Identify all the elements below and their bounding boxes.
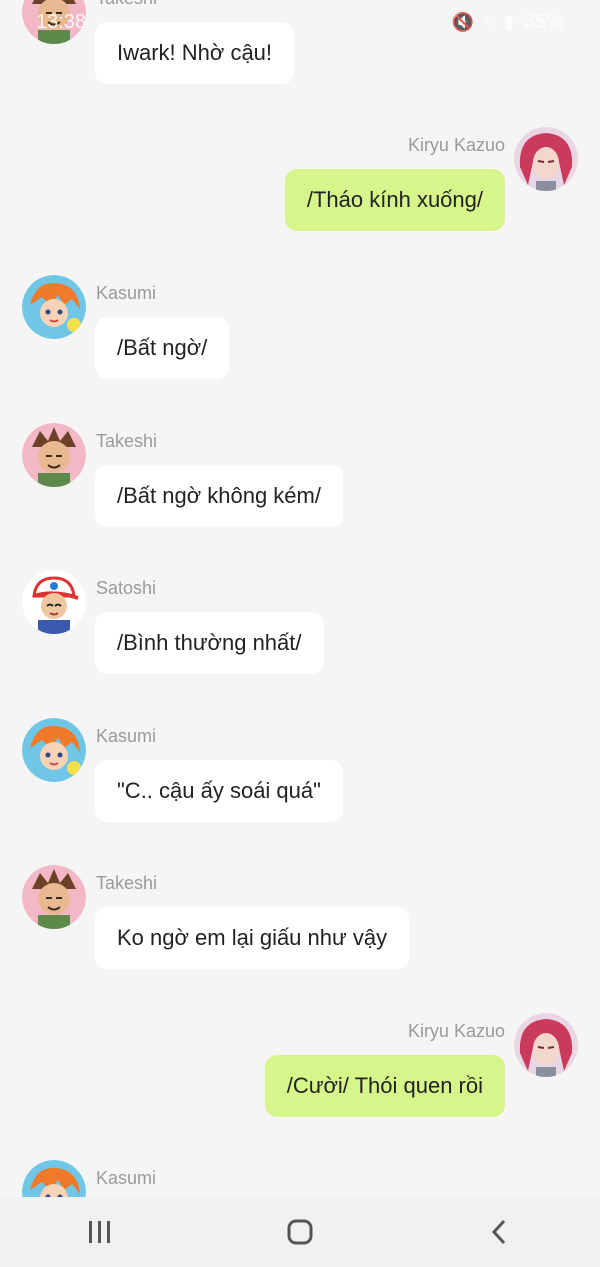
avatar-kiryu[interactable] [514,1013,578,1077]
sender-name: Kasumi [96,726,157,746]
avatar-kasumi[interactable] [22,1160,86,1197]
message-bubble[interactable]: /Tháo kính xuống/ [284,169,505,231]
status-time: 13:38 [36,11,87,33]
sender-name: Takeshi [96,873,158,893]
sender-name: Takeshi [96,431,158,451]
message-bubble[interactable]: "C.. cậu ấy soái quá" [95,760,343,822]
avatar-kasumi[interactable] [22,275,86,339]
signal-icon: ▮ [504,12,514,32]
message-bubble[interactable]: /Cười/ Thói quen rồi [264,1055,505,1117]
home-icon [287,1219,313,1245]
message-bubble[interactable]: /Bất ngờ không kém/ [95,465,343,527]
avatar-kasumi[interactable] [22,718,86,782]
sender-name: Kasumi [96,1168,157,1188]
message-bubble[interactable]: Ko ngờ em lại giấu như vậy [95,907,410,969]
back-button[interactable] [460,1202,540,1262]
avatar-takeshi[interactable] [22,865,86,929]
avatar-kiryu[interactable] [514,127,578,191]
sender-name: Satoshi [96,578,157,598]
message-bubble[interactable]: /Bình thường nhất/ [95,612,324,674]
sender-name: Kiryu Kazuo [407,1021,505,1041]
avatar-takeshi[interactable] [22,423,86,487]
status-bar: 13:38 🔇 ≈ ▮ 35% [0,0,600,46]
message-bubble[interactable]: /Bất ngờ/ [95,317,230,379]
battery-level: 35% [523,11,564,33]
avatar-satoshi[interactable] [22,570,86,634]
mute-icon: 🔇 [451,12,475,32]
back-icon [491,1219,506,1245]
recents-icon [89,1221,110,1243]
recents-button[interactable] [60,1202,140,1262]
sender-name: Kiryu Kazuo [407,135,505,155]
wifi-icon: ≈ [484,12,495,32]
system-nav-bar [0,1197,600,1267]
status-icons: 🔇 ≈ ▮ 35% [452,11,564,34]
home-button[interactable] [260,1202,340,1262]
sender-name: Kasumi [96,283,157,303]
chat-list[interactable]: Takeshi Iwark! Nhờ cậu! Kiryu Kazuo /Thá… [0,0,600,1197]
